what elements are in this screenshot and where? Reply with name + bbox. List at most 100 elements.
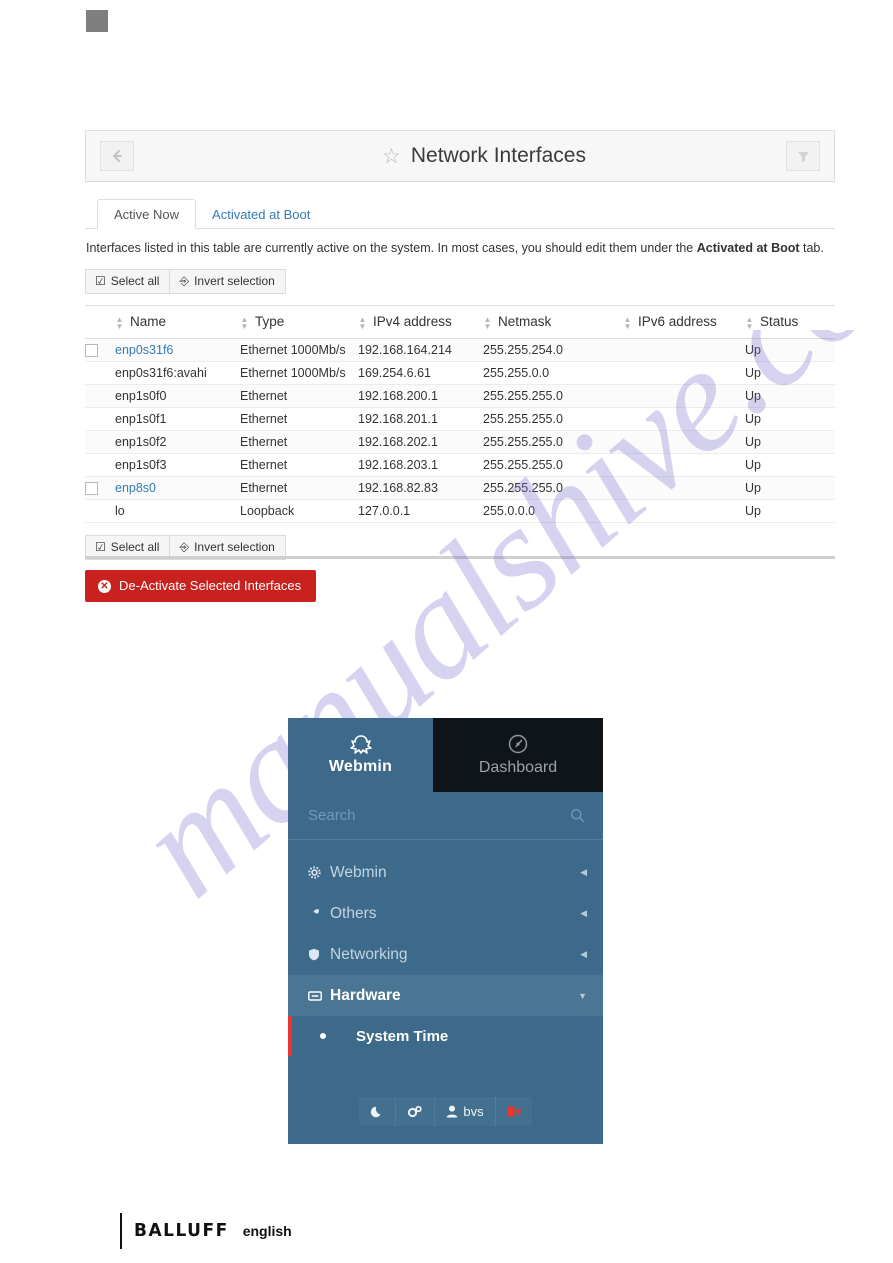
row-checkbox[interactable] [85,343,98,357]
row-checkbox[interactable] [85,481,98,495]
webmin-logo-icon [349,734,372,754]
select-all-label: Select all [110,273,160,288]
webmin-submenu-item-label: System Time [356,1027,449,1045]
dot-icon [320,1033,326,1039]
cell-ipv6 [623,453,745,477]
cell-status: Up [745,384,835,408]
webmin-menu-item-label: Others [330,904,377,922]
webmin-menu-item-webmin[interactable]: Webmin ◀ [288,852,603,893]
cell-status: Up [745,430,835,454]
invert-selection-label: Invert selection [194,539,275,554]
settings-button[interactable] [396,1097,436,1126]
cell-ipv4: 192.168.201.1 [358,407,483,431]
cell-name: lo [115,499,240,523]
cell-netmask: 255.255.255.0 [483,453,623,477]
interface-name: enp1s0f0 [115,388,167,403]
cell-ipv4: 169.254.6.61 [358,361,483,385]
select-all-button-top[interactable]: ☑ Select all [85,268,171,295]
webmin-footer: bvs [288,1097,603,1126]
invert-selection-button-top[interactable]: ⎆ Invert selection [170,268,286,295]
page-title: Network Interfaces [410,144,586,167]
interface-link[interactable]: enp8s0 [115,481,156,495]
cell-ipv4: 192.168.82.83 [358,476,483,500]
tab-active-now[interactable]: Active Now [97,199,197,229]
th-ipv6[interactable]: ▲ ▼ IPv6 address [623,305,745,339]
sort-icon: ▲ ▼ [745,314,754,331]
theme-toggle-button[interactable] [359,1097,397,1126]
back-button[interactable] [100,141,134,171]
dashboard-tab[interactable]: Dashboard [433,718,603,792]
webmin-menu-item-label: Webmin [330,863,387,881]
interface-link[interactable]: enp0s31f6 [115,343,173,357]
cell-netmask: 255.255.255.0 [483,384,623,408]
shield-icon [308,948,330,961]
interfaces-table: ▲ ▼ Name ▲ ▼ Type ▲ ▼ IPv4 address ▲ ▼ Netmask ▲… [85,305,835,523]
tools-icon [308,907,330,920]
user-label: bvs [463,1104,484,1119]
drawer-icon [308,990,330,1002]
cell-name: enp1s0f0 [115,384,240,408]
webmin-menu-item-others[interactable]: Others ◀ [288,893,603,934]
search-input[interactable]: Search [288,792,603,840]
filter-button[interactable] [786,141,820,171]
cell-name: enp1s0f1 [115,407,240,431]
webmin-brand[interactable]: Webmin [288,718,433,792]
cell-name: enp1s0f3 [115,453,240,477]
circle-x-icon: ✕ [98,579,111,593]
cell-type: Ethernet [240,476,358,500]
webmin-menu-item-hardware[interactable]: Hardware ▼ [288,975,603,1016]
row-checkbox-cell [85,407,115,431]
th-ipv4[interactable]: ▲ ▼ IPv4 address [358,305,483,339]
footer-brand: BALLUFF english [120,1213,292,1249]
table-body: enp0s31f6 Ethernet 1000Mb/s 192.168.164.21… [85,338,835,523]
chevron-left-icon: ◀ [580,908,587,918]
cell-ipv4: 192.168.202.1 [358,430,483,454]
tab-activated-at-boot[interactable]: Activated at Boot [196,200,326,228]
search-placeholder: Search [308,807,356,824]
th-type[interactable]: ▲ ▼ Type [240,305,358,339]
deactivate-selected-interfaces-button[interactable]: ✕ De-Activate Selected Interfaces [85,570,317,603]
th-status[interactable]: ▲ ▼ Status [745,305,835,339]
cell-type: Ethernet [240,453,358,477]
webmin-menu-item-label: Networking [330,945,408,963]
gauge-icon [508,734,528,754]
table-row: enp1s0f2 Ethernet 192.168.202.1 255.255.255… [85,430,835,454]
webmin-panel-header: Webmin Dashboard [288,718,603,792]
star-icon[interactable]: ☆ [382,146,401,167]
chevron-left-icon: ◀ [580,867,587,877]
cell-name[interactable]: enp0s31f6 [115,338,240,362]
table-row: enp0s31f6 Ethernet 1000Mb/s 192.168.164.21… [85,338,835,362]
cell-type: Loopback [240,499,358,523]
gear-icon [308,866,330,879]
language-label: english [242,1223,292,1239]
row-checkbox-cell [85,453,115,477]
webmin-submenu-item-system-time[interactable]: System Time [288,1016,603,1056]
cell-name[interactable]: enp8s0 [115,476,240,500]
webmin-menu-item-networking[interactable]: Networking ◀ [288,934,603,975]
cell-status: Up [745,476,835,500]
description-bold: Activated at Boot [696,241,800,255]
section-divider [85,556,835,559]
cell-name: enp0s31f6:avahi [115,361,240,385]
table-row: enp1s0f3 Ethernet 192.168.203.1 255.255.255… [85,453,835,477]
th-type-label: Type [255,314,285,330]
row-checkbox-cell[interactable] [85,338,115,362]
cell-type: Ethernet [240,430,358,454]
interface-name: enp1s0f1 [115,411,167,426]
th-netmask[interactable]: ▲ ▼ Netmask [483,305,623,339]
table-row: lo Loopback 127.0.0.1 255.0.0.0 Up [85,499,835,523]
arrow-left-icon [113,150,122,162]
dashboard-label: Dashboard [478,759,558,776]
logout-icon [507,1106,521,1117]
cell-status: Up [745,499,835,523]
table-header-row: ▲ ▼ Name ▲ ▼ Type ▲ ▼ IPv4 address ▲ ▼ Netmask ▲… [85,305,835,339]
row-checkbox-cell[interactable] [85,476,115,500]
sort-icon: ▲ ▼ [623,314,632,331]
logout-button[interactable] [496,1098,532,1125]
page-marker-square [86,10,108,32]
cell-status: Up [745,453,835,477]
th-name[interactable]: ▲ ▼ Name [115,305,240,339]
cell-netmask: 255.0.0.0 [483,499,623,523]
checkbox-icon: ☑ [95,273,106,288]
user-button[interactable]: bvs [435,1097,496,1126]
